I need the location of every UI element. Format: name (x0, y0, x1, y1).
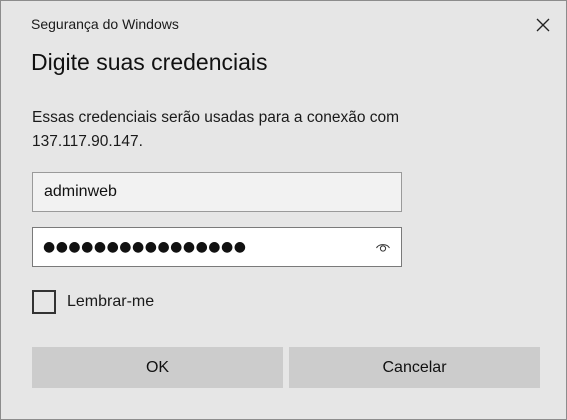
description-line-2: 137.117.90.147. (32, 133, 143, 150)
username-field[interactable]: adminweb (32, 172, 402, 212)
window-title: Segurança do Windows (31, 16, 179, 32)
ok-button[interactable]: OK (32, 347, 283, 388)
eye-icon[interactable] (375, 239, 391, 255)
remember-me-label[interactable]: Lembrar-me (67, 291, 154, 313)
username-value: adminweb (44, 183, 117, 200)
cancel-button[interactable]: Cancelar (289, 347, 540, 388)
close-icon (536, 18, 550, 32)
dialog-description: Essas credenciais serão usadas para a co… (32, 106, 452, 154)
description-line-1: Essas credenciais serão usadas para a co… (32, 109, 400, 126)
remember-me-checkbox[interactable] (32, 290, 56, 314)
credential-dialog: Segurança do Windows Digite suas credenc… (0, 0, 567, 420)
close-button[interactable] (527, 9, 559, 41)
dialog-heading: Digite suas credenciais (31, 49, 268, 75)
password-field[interactable]: ●●●●●●●●●●●●●●●● (32, 227, 402, 267)
password-value: ●●●●●●●●●●●●●●●● (43, 239, 247, 255)
